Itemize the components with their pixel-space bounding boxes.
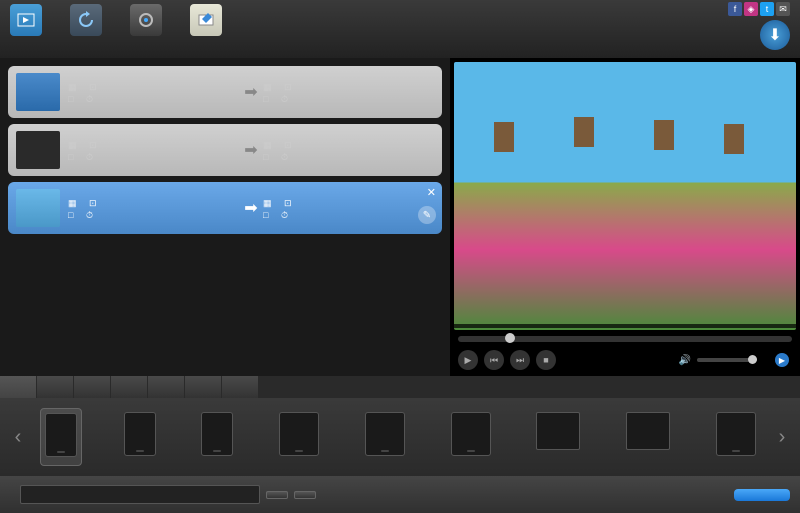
video-preview[interactable]	[454, 62, 796, 330]
stop-button[interactable]: ■	[536, 350, 556, 370]
dest-info: ▦ ⊡ □ ⏱	[263, 137, 434, 164]
tab-audio[interactable]	[148, 376, 184, 398]
next-button[interactable]: ⏭	[510, 350, 530, 370]
tablet-icon	[365, 412, 405, 456]
phone-icon	[45, 413, 77, 457]
arrow-icon: ➡	[239, 140, 263, 160]
device-iphone4[interactable]	[197, 408, 237, 466]
close-icon[interactable]: ✕	[427, 186, 436, 199]
thumbnail	[16, 189, 60, 227]
queue-item[interactable]: ▦ ⊡ □ ⏱ ➡ ▦ ⊡ □ ⏱	[8, 124, 442, 176]
tablet-icon	[451, 412, 491, 456]
device-list	[28, 408, 772, 466]
arrow-icon: ➡	[239, 82, 263, 102]
device-ipadmini[interactable]	[447, 408, 495, 466]
social-links: f ◈ t ✉	[728, 2, 790, 16]
play-external[interactable]: ▶	[775, 353, 792, 367]
gear-icon	[130, 4, 162, 36]
toolbar: f ◈ t ✉ ⬇	[0, 0, 800, 58]
phone-icon	[201, 412, 233, 456]
tab-hd[interactable]	[185, 376, 221, 398]
queue-item[interactable]: ▦ ⊡ □ ⏱ ➡ ▦ ⊡ □ ⏱	[8, 66, 442, 118]
tab-web[interactable]	[74, 376, 110, 398]
convert-main-button[interactable]	[734, 489, 790, 501]
add-button[interactable]	[10, 4, 42, 54]
tools-button[interactable]	[130, 4, 162, 54]
device-ipad1[interactable]	[712, 408, 760, 466]
queue-item-selected[interactable]: ▦ ⊡ □ ⏱ ➡ ▦ ⊡ □ ⏱ ✕ ✎	[8, 182, 442, 234]
chat-icon[interactable]: ✉	[776, 2, 790, 16]
queue-panel: ▦ ⊡ □ ⏱ ➡ ▦ ⊡ □ ⏱ ▦ ⊡ □ ⏱ ➡ ▦ ⊡ □ ⏱	[0, 58, 450, 376]
pencil-icon	[190, 4, 222, 36]
player-icon: ▶	[775, 353, 789, 367]
film-add-icon	[10, 4, 42, 36]
main-area: ▦ ⊡ □ ⏱ ➡ ▦ ⊡ □ ⏱ ▦ ⊡ □ ⏱ ➡ ▦ ⊡ □ ⏱	[0, 58, 800, 376]
tablet-icon	[716, 412, 756, 456]
download-button[interactable]: ⬇	[760, 20, 790, 52]
source-info: ▦ ⊡ □ ⏱	[68, 79, 239, 106]
edit-icon[interactable]: ✎	[418, 206, 436, 224]
browser-button[interactable]	[266, 491, 288, 499]
prev-devices[interactable]: ‹	[8, 426, 28, 449]
volume-slider[interactable]	[697, 358, 757, 362]
tablet-icon	[279, 412, 319, 456]
tv-icon	[536, 412, 580, 450]
edit-button[interactable]	[190, 4, 222, 54]
open-button[interactable]	[294, 491, 316, 499]
caption-text	[454, 324, 796, 328]
device-ipad234[interactable]	[361, 408, 409, 466]
preview-panel: ▶ ⏮ ⏭ ■ 🔊 ▶	[450, 58, 800, 376]
device-ipadair[interactable]	[275, 408, 323, 466]
tab-devices[interactable]	[0, 376, 36, 398]
arrow-icon: ➡	[239, 198, 263, 218]
prev-button[interactable]: ⏮	[484, 350, 504, 370]
twitter-icon[interactable]: t	[760, 2, 774, 16]
instagram-icon[interactable]: ◈	[744, 2, 758, 16]
device-strip: ‹ ›	[0, 398, 800, 476]
dest-info: ▦ ⊡ □ ⏱	[263, 79, 434, 106]
thumbnail	[16, 131, 60, 169]
category-tabs	[0, 376, 800, 398]
convert-button[interactable]	[70, 4, 102, 54]
device-iphone5[interactable]	[120, 408, 160, 466]
facebook-icon[interactable]: f	[728, 2, 742, 16]
footer-bar	[0, 476, 800, 513]
phone-icon	[124, 412, 156, 456]
next-devices[interactable]: ›	[772, 426, 792, 449]
destination-input[interactable]	[20, 485, 260, 504]
device-appletv12[interactable]	[622, 408, 674, 466]
tab-hdtv[interactable]	[222, 376, 258, 398]
refresh-icon	[70, 4, 102, 36]
download-icon: ⬇	[760, 20, 790, 50]
thumbnail	[16, 73, 60, 111]
seek-slider[interactable]	[458, 336, 792, 342]
tab-editor[interactable]	[37, 376, 73, 398]
tv-icon	[626, 412, 670, 450]
volume-icon[interactable]: 🔊	[679, 355, 691, 366]
play-button[interactable]: ▶	[458, 350, 478, 370]
device-appletv3[interactable]	[532, 408, 584, 466]
source-info: ▦ ⊡ □ ⏱	[68, 137, 239, 164]
dest-info: ▦ ⊡ □ ⏱	[263, 195, 434, 222]
player-controls: ▶ ⏮ ⏭ ■ 🔊 ▶	[454, 348, 796, 372]
tab-video[interactable]	[111, 376, 147, 398]
source-info: ▦ ⊡ □ ⏱	[68, 195, 239, 222]
device-iphone6plus[interactable]	[40, 408, 82, 466]
